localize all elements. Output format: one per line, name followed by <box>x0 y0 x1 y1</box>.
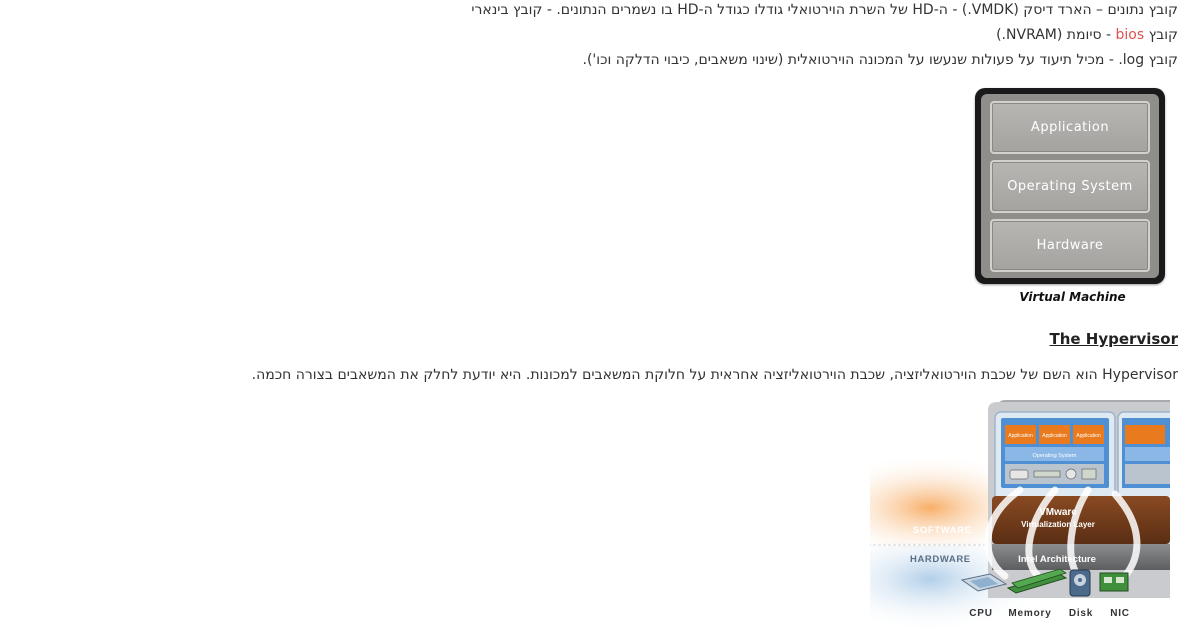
nic-icon <box>1099 572 1129 592</box>
os-label: Operating System <box>1032 453 1076 459</box>
hw-label-memory: Memory <box>1008 608 1051 619</box>
app-label-3: Application <box>1076 433 1101 439</box>
vm-layer-hardware: Hardware <box>990 219 1150 272</box>
paragraph-log-file: קובץ log. - מכיל תיעוד על פעולות שנעשו ע… <box>582 52 1178 68</box>
hw-label-nic: NIC <box>1110 608 1130 619</box>
vm-layer-os: Operating System <box>990 160 1150 213</box>
vm-caption: Virtual Machine <box>1019 290 1126 304</box>
disk-icon <box>1069 569 1091 597</box>
paragraph-bios-file: קובץ bios - סיומת (NVRAM.) <box>996 25 1178 45</box>
bios-link[interactable]: bios <box>1116 27 1145 43</box>
bios-suffix: - סיומת (NVRAM.) <box>996 27 1116 43</box>
vm-frame: Application Operating System Hardware <box>975 88 1165 284</box>
software-label: SOFTWARE <box>913 525 972 536</box>
hw-label-cpu: CPU <box>969 608 993 619</box>
hardware-label: HARDWARE <box>910 554 971 565</box>
app-label-2: Application <box>1042 433 1067 439</box>
paragraph-hypervisor: Hypervisor הוא השם של שכבת הוירטואליזציה… <box>251 367 1178 383</box>
vmware-diagram-svg: SOFTWARE HARDWARE Application Applicatio… <box>870 400 1170 630</box>
bios-prefix: קובץ <box>1144 27 1178 43</box>
app-label-1: Application <box>1008 433 1033 439</box>
hypervisor-heading: The Hypervisor <box>1049 330 1179 348</box>
paragraph-data-file: קובץ נתונים – הארד דיסק (VMDK.) - ה-HD ש… <box>471 2 1178 18</box>
hw-label-disk: Disk <box>1069 608 1093 619</box>
virtual-machine-diagram: Application Operating System Hardware Vi… <box>975 88 1170 304</box>
vm-layer-application: Application <box>990 101 1150 154</box>
vmware-architecture-diagram: SOFTWARE HARDWARE Application Applicatio… <box>870 398 1170 630</box>
